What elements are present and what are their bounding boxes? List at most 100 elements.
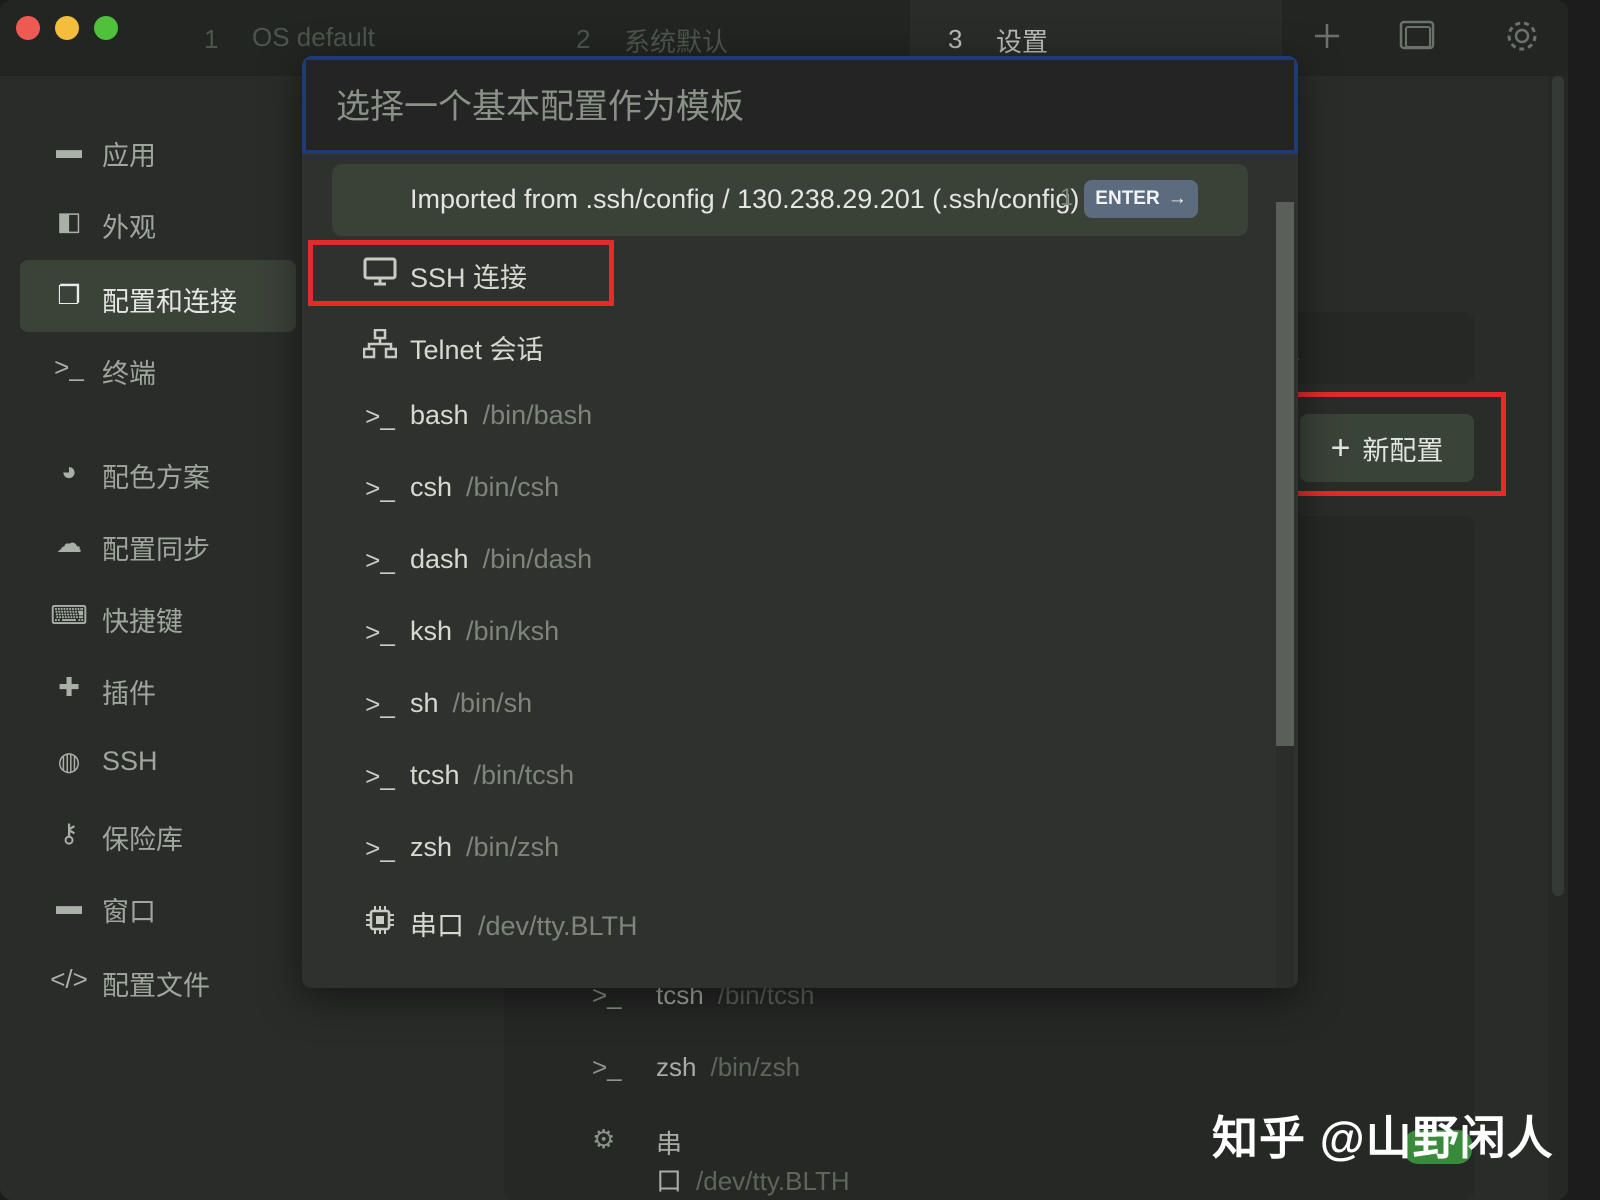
appearance-icon: ◧ xyxy=(56,205,82,236)
cloud-icon: ☁ xyxy=(56,527,82,558)
close-window-button[interactable] xyxy=(16,16,40,40)
option-path: /bin/bash xyxy=(482,400,593,430)
sidebar-item-label: 保险库 xyxy=(102,825,183,855)
scrollbar-thumb[interactable] xyxy=(1552,76,1564,896)
annotation-highlight-new-config xyxy=(1288,392,1506,496)
option-path: /bin/dash xyxy=(482,544,593,574)
sidebar-item-label: 窗口 xyxy=(102,897,156,927)
sidebar-item-label: 配置文件 xyxy=(102,971,210,1001)
sidebar-item-color-scheme[interactable]: ◕ 配色方案 xyxy=(20,436,296,508)
option-path: /bin/zsh xyxy=(466,832,560,862)
annotation-highlight-ssh xyxy=(308,240,614,306)
option-tcsh[interactable]: >_ tcsh/bin/tcsh xyxy=(332,740,1248,812)
profile-path: /bin/zsh xyxy=(710,1052,801,1082)
search-box xyxy=(302,56,1298,154)
globe-icon: ◍ xyxy=(57,745,81,776)
sidebar-item-label: 外观 xyxy=(102,213,156,243)
gear-icon[interactable] xyxy=(1504,16,1540,65)
sidebar-item-label: 应用 xyxy=(102,141,156,171)
sidebar-item-vault[interactable]: ⚷ 保险库 xyxy=(20,798,296,870)
option-label: Imported from .ssh/config / 130.238.29.2… xyxy=(410,184,1080,214)
network-icon xyxy=(362,326,398,362)
sidebar-item-label: 终端 xyxy=(102,359,156,389)
sidebar-item-appearance[interactable]: ◧ 外观 xyxy=(20,186,296,258)
terminal-icon: >_ xyxy=(365,400,395,431)
tab-label: OS default xyxy=(252,22,375,52)
option-label: csh xyxy=(410,472,453,502)
window-icon: ▬ xyxy=(56,889,82,920)
option-label: ksh xyxy=(410,616,453,646)
option-ksh[interactable]: >_ ksh/bin/ksh xyxy=(332,596,1248,668)
enter-key-badge: ENTER → xyxy=(1084,180,1198,218)
option-bash[interactable]: >_ bash/bin/bash xyxy=(332,380,1248,452)
chip-icon: ⚙ xyxy=(592,1124,616,1154)
option-serial[interactable]: 串口/dev/tty.BLTH xyxy=(332,884,1248,956)
terminal-icon: >_ xyxy=(365,544,395,575)
app-window: 1 OS default 2 系统默认 3 设置 ▬ 应用 ◧ 外观 ❐ 配置和… xyxy=(0,0,1568,1200)
option-zsh[interactable]: >_ zsh/bin/zsh xyxy=(332,812,1248,884)
imported-ssh-config-option[interactable]: Imported from .ssh/config / 130.238.29.2… xyxy=(332,164,1248,236)
option-csh[interactable]: >_ csh/bin/csh xyxy=(332,452,1248,524)
puzzle-icon: ✚ xyxy=(58,671,80,702)
option-label: sh xyxy=(410,688,439,718)
option-label: tcsh xyxy=(410,760,460,790)
profile-path: /dev/tty.BLTH xyxy=(696,1166,850,1196)
sidebar-item-label: 配色方案 xyxy=(102,463,210,493)
tab-number: 3 xyxy=(948,24,963,54)
sidebar-item-profiles[interactable]: ❐ 配置和连接 xyxy=(20,260,296,332)
sidebar-item-config-file[interactable]: </> 配置文件 xyxy=(20,944,296,1016)
option-sh[interactable]: >_ sh/bin/sh xyxy=(332,668,1248,740)
option-dash[interactable]: >_ dash/bin/dash xyxy=(332,524,1248,596)
terminal-icon: >_ xyxy=(365,760,395,791)
option-label: 串口 xyxy=(410,911,464,941)
terminal-icon: >_ xyxy=(365,472,395,503)
tab-label: 设置 xyxy=(996,27,1049,57)
terminal-icon: >_ xyxy=(54,351,84,382)
page-scrollbar[interactable] xyxy=(1548,76,1568,1200)
sidebar-item-label: 插件 xyxy=(102,679,156,709)
profiles-icon: ❐ xyxy=(57,279,81,310)
option-path: /bin/csh xyxy=(466,472,560,502)
sidebar-item-ssh[interactable]: ◍ SSH xyxy=(20,726,296,798)
sidebar-item-sync[interactable]: ☁ 配置同步 xyxy=(20,508,296,580)
arrow-right-icon: → xyxy=(1167,188,1187,209)
tab-number: 2 xyxy=(576,24,591,54)
sidebar-item-terminal[interactable]: >_ 终端 xyxy=(20,332,296,404)
terminal-icon: >_ xyxy=(365,832,395,863)
keyboard-icon: ⌨ xyxy=(50,599,88,630)
terminal-icon: >_ xyxy=(365,688,395,719)
sidebar-item-label: 配置同步 xyxy=(102,535,210,565)
window-icon[interactable] xyxy=(1398,16,1436,65)
profile-name: zsh xyxy=(656,1052,697,1082)
palette-icon: ◕ xyxy=(61,455,77,486)
option-label: zsh xyxy=(410,832,453,862)
option-path: /bin/sh xyxy=(452,688,533,718)
enter-label: ENTER xyxy=(1095,188,1160,209)
option-path: /dev/tty.BLTH xyxy=(478,911,638,941)
option-telnet-session[interactable]: Telnet 会话 xyxy=(332,308,1248,380)
chip-icon xyxy=(362,902,398,938)
option-path: /bin/tcsh xyxy=(473,760,575,790)
sidebar-item-label: 配置和连接 xyxy=(102,287,237,317)
plus-icon[interactable] xyxy=(1312,16,1342,65)
zoom-window-button[interactable] xyxy=(94,16,118,40)
code-icon: </> xyxy=(50,963,88,994)
option-label: bash xyxy=(410,400,469,430)
sidebar-item-hotkeys[interactable]: ⌨ 快捷键 xyxy=(20,580,296,652)
sidebar-item-window[interactable]: ▬ 窗口 xyxy=(20,870,296,942)
terminal-icon: >_ xyxy=(592,1052,622,1082)
profile-name: 串口 xyxy=(656,1129,683,1196)
sidebar-item-plugins[interactable]: ✚ 插件 xyxy=(20,652,296,724)
option-label: Telnet 会话 xyxy=(410,335,544,365)
app-window-icon: ▬ xyxy=(56,133,82,164)
watermark: 知乎 @山野闲人 xyxy=(1212,1112,1554,1164)
minimize-window-button[interactable] xyxy=(55,16,79,40)
sidebar-item-label: SSH xyxy=(102,746,158,776)
sidebar-item-label: 快捷键 xyxy=(102,607,183,637)
option-label: dash xyxy=(410,544,469,574)
tab-label: 系统默认 xyxy=(624,27,729,57)
sidebar-item-app[interactable]: ▬ 应用 xyxy=(20,114,296,186)
terminal-icon: >_ xyxy=(365,616,395,647)
search-input[interactable] xyxy=(334,78,1258,136)
filter-input-background[interactable] xyxy=(1270,312,1474,384)
